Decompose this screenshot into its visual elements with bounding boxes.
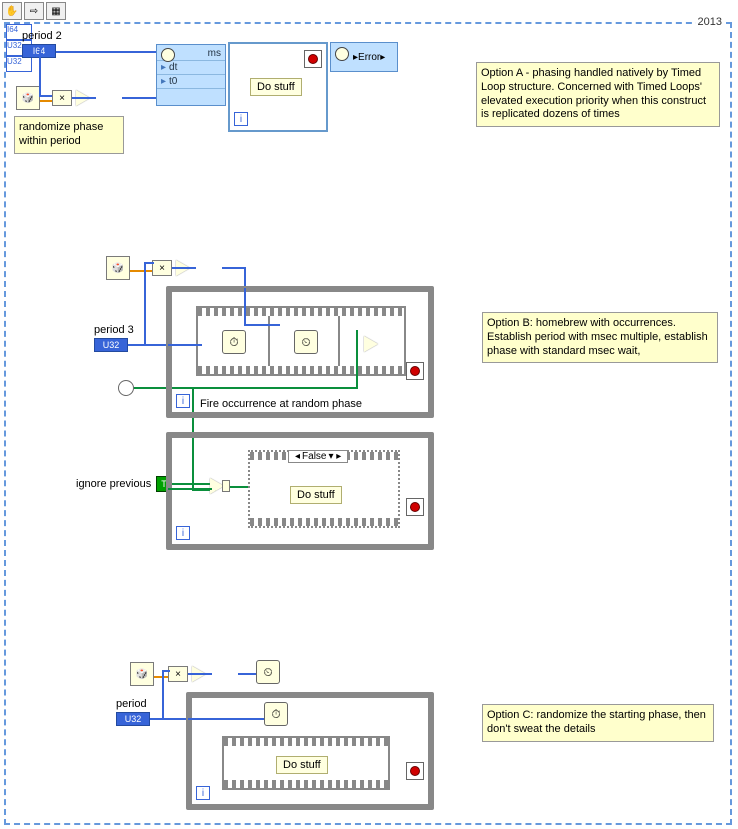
wire	[144, 262, 146, 346]
flat-sequence-c[interactable]: Do stuff	[222, 736, 390, 790]
wire	[172, 267, 196, 269]
option-a-comment: Option A - phasing handled natively by T…	[476, 62, 720, 127]
wait-ms-icon[interactable]: ⏲	[294, 330, 318, 354]
wire	[222, 267, 246, 269]
iteration-terminal-b1: i	[176, 394, 190, 408]
iteration-terminal-a: i	[234, 112, 248, 126]
occurrence-constant[interactable]	[118, 380, 134, 396]
flat-sequence-b[interactable]: ⏱ ⏲	[196, 306, 406, 376]
wait-ms-icon-c[interactable]: ⏲	[256, 660, 280, 684]
wire	[230, 486, 248, 488]
t0-row: t0	[169, 76, 177, 87]
wire	[168, 344, 202, 346]
do-stuff-b: Do stuff	[290, 486, 342, 504]
case-structure-b[interactable]: ◂ False ▾ ▸ Do stuff	[248, 450, 400, 528]
case-selector[interactable]: ◂ False ▾ ▸	[288, 450, 348, 463]
select-tool-button[interactable]: ▦	[46, 2, 66, 20]
to-u32-node-c[interactable]: U32	[6, 56, 32, 72]
multiply-node-c[interactable]: ×	[168, 666, 188, 682]
while-loop-c[interactable]: ⏱ Do stuff i	[186, 692, 434, 810]
option-c-comment: Option C: randomize the starting phase, …	[482, 704, 714, 742]
wire	[190, 387, 358, 389]
iteration-terminal-b2: i	[176, 526, 190, 540]
frame-year-label: 2013	[696, 16, 724, 28]
wait-ms-multiple-icon[interactable]: ⏱	[222, 330, 246, 354]
toolbar: ✋ ⇨ ▦	[0, 0, 68, 22]
stop-terminal-b2[interactable]	[406, 498, 424, 516]
diagram-frame: 2013 period 2 I64 🎲 × I64 randomize phas…	[4, 22, 732, 825]
clock-icon	[335, 47, 349, 61]
wire	[154, 676, 168, 678]
wire	[130, 270, 152, 272]
period-label: period	[116, 698, 147, 710]
hand-tool-button[interactable]: ✋	[2, 2, 22, 20]
ignore-previous-label: ignore previous	[76, 478, 151, 490]
do-stuff-a: Do stuff	[250, 78, 302, 96]
wire	[56, 51, 156, 53]
wire	[244, 288, 246, 324]
wire	[40, 100, 52, 102]
wire	[162, 670, 170, 672]
option-b-comment: Option B: homebrew with occurrences. Est…	[482, 312, 718, 363]
wire	[188, 673, 212, 675]
wire	[150, 718, 190, 720]
wire	[238, 673, 256, 675]
multiply-node-b[interactable]: ×	[152, 260, 172, 276]
dice-random-node-b[interactable]: 🎲	[106, 256, 130, 280]
block-diagram-canvas: { "frame": { "year": "2013" }, "toolbar"…	[0, 0, 738, 829]
wire	[39, 95, 52, 97]
dice-random-node-c[interactable]: 🎲	[130, 662, 154, 686]
wire	[72, 97, 96, 99]
fire-occurrence-node[interactable]	[364, 336, 378, 352]
wire	[144, 262, 154, 264]
period3-label: period 3	[94, 324, 134, 336]
randomize-phase-label: randomize phase within period	[14, 116, 124, 154]
period-terminal[interactable]: U32	[116, 712, 150, 726]
period3-terminal[interactable]: U32	[94, 338, 128, 352]
timed-loop-unit: ms	[208, 48, 221, 59]
wire	[122, 97, 156, 99]
dice-random-node-a[interactable]: 🎲	[16, 86, 40, 110]
do-stuff-c: Do stuff	[276, 756, 328, 774]
iteration-terminal-c: i	[196, 786, 210, 800]
fire-occurrence-label: Fire occurrence at random phase	[200, 398, 362, 410]
wire	[356, 330, 358, 389]
while-loop-wait-occ[interactable]: ◂ False ▾ ▸ Do stuff i	[166, 432, 434, 550]
timed-loop-body[interactable]: Do stuff i	[228, 42, 328, 132]
wire	[162, 670, 164, 720]
while-loop-fire[interactable]: ⏱ ⏲ i Fire occurrence at random phase	[166, 286, 434, 418]
wire	[188, 718, 264, 720]
timed-loop-left-node[interactable]: ms ▸dt ▸t0	[156, 44, 226, 106]
wire	[244, 324, 280, 326]
wire	[39, 51, 41, 97]
stop-terminal-c[interactable]	[406, 762, 424, 780]
error-out-label: Error	[358, 52, 380, 63]
wait-occ-body	[222, 480, 230, 492]
clock-icon	[161, 48, 175, 62]
arrow-tool-button[interactable]: ⇨	[24, 2, 44, 20]
stop-terminal-b1[interactable]	[406, 362, 424, 380]
period2-label: period 2	[22, 30, 62, 42]
dt-row: dt	[169, 62, 177, 73]
stop-terminal-a[interactable]	[304, 50, 322, 68]
wire	[168, 488, 212, 490]
wait-ms-multiple-icon-c[interactable]: ⏱	[264, 702, 288, 726]
timed-loop-right-node[interactable]: ▸Error▸	[330, 42, 398, 72]
multiply-node-a[interactable]: ×	[52, 90, 72, 106]
